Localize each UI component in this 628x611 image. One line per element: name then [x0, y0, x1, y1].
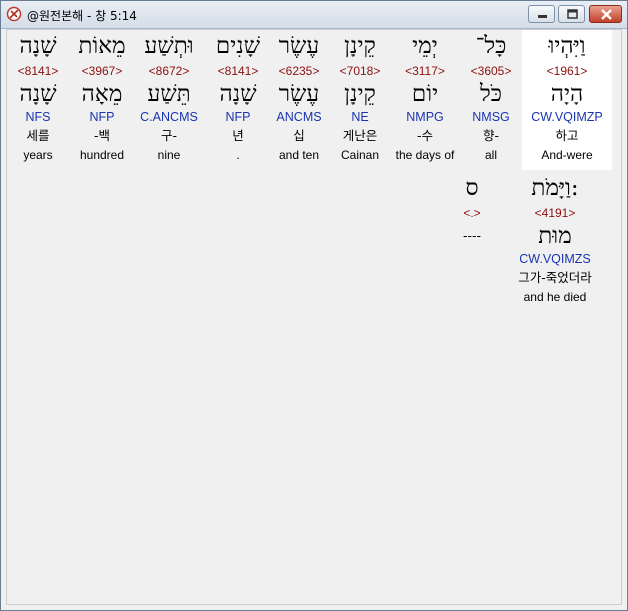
maximize-icon — [567, 9, 578, 19]
morphology-code: NMPG — [406, 110, 444, 124]
word-cell[interactable]: קֵינָן <7018> קֵינָן NE 게난은 Cainan — [331, 30, 389, 170]
hebrew-word: יְמֵי — [412, 33, 438, 59]
korean-gloss: 년 — [232, 128, 244, 143]
window-title: @원전본해 - 창 5:14 — [27, 9, 137, 23]
hebrew-lemma: הָיָה — [550, 81, 584, 107]
hebrew-lemma: קֵינָן — [344, 81, 376, 107]
hebrew-word: כָּל־ — [475, 33, 507, 59]
word-cell[interactable]: יְמֵי <3117> יוֹם NMPG -수 the days of — [389, 30, 461, 170]
hebrew-lemma: ---- — [462, 228, 482, 243]
word-cell[interactable]: וַיִּהְיוּ <1961> הָיָה CW.VQIMZP 하고 And… — [522, 30, 612, 170]
word-cell[interactable]: עֶשֶׂר <6235> עֶשֶׂר ANCMS 십 and ten — [269, 30, 329, 170]
morphology-code: NFP — [89, 110, 115, 124]
interlinear-view: וַיִּהְיוּ <1961> הָיָה CW.VQIMZP 하고 And… — [6, 29, 622, 605]
hebrew-word: שָׁנִים — [215, 33, 261, 59]
strong-number: <4191> — [534, 206, 576, 220]
minimize-button[interactable] — [528, 5, 555, 23]
english-gloss: the days of — [395, 148, 455, 162]
korean-gloss: 구- — [160, 128, 177, 143]
app-icon — [6, 6, 22, 22]
strong-number: <6235> — [278, 64, 320, 78]
word-cell[interactable]: וּתְשַׁע <8672> תֵּשַׁע C.ANCMS 구- nine — [135, 30, 203, 170]
word-cell[interactable]: ס <.> ---- — [447, 172, 497, 312]
korean-gloss: 그가-죽었더라 — [518, 270, 592, 285]
minimize-icon — [538, 15, 547, 18]
korean-gloss: 하고 — [555, 128, 579, 143]
hebrew-lemma: יוֹם — [411, 81, 439, 107]
strong-number: <7018> — [339, 64, 381, 78]
morphology-code: C.ANCMS — [140, 110, 198, 124]
hebrew-lemma: תֵּשַׁע — [147, 81, 191, 107]
morphology-code: NMSG — [472, 110, 510, 124]
strong-number: <1961> — [546, 64, 588, 78]
strong-number: <3967> — [81, 64, 123, 78]
strong-number: <3117> — [405, 64, 445, 78]
morphology-code: NE — [351, 110, 369, 124]
hebrew-word: וַיָּמֹת: — [531, 175, 579, 201]
hebrew-word: מֵאוֹת — [78, 33, 126, 59]
maximize-button[interactable] — [558, 5, 585, 23]
close-icon — [601, 9, 612, 20]
hebrew-word: עֶשֶׂר — [278, 33, 320, 59]
korean-gloss: -수 — [416, 128, 433, 143]
word-cell[interactable]: וַיָּמֹת: <4191> מוּת CW.VQIMZS 그가-죽었더라 … — [505, 172, 605, 312]
hebrew-word: וַיִּהְיוּ — [548, 33, 586, 59]
morphology-code: CW.VQIMZP — [531, 110, 603, 124]
hebrew-word: שָׁנָה — [19, 33, 57, 59]
strong-number: <8672> — [148, 64, 190, 78]
strong-number: <.> — [463, 206, 481, 220]
morphology-code: NFS — [25, 110, 51, 124]
hebrew-word: וּתְשַׁע — [144, 33, 194, 59]
word-cell[interactable]: שָׁנִים <8141> שָׁנָה NFP 년 . — [209, 30, 267, 170]
morphology-code: ANCMS — [276, 110, 322, 124]
hebrew-lemma: מוּת — [538, 223, 572, 249]
strong-number: <3605> — [470, 64, 512, 78]
close-button[interactable] — [589, 5, 622, 23]
hebrew-lemma: כֹּל — [479, 81, 502, 107]
english-gloss: hundred — [79, 148, 125, 162]
english-gloss: Cainan — [340, 148, 380, 162]
hebrew-lemma: מֵאָה — [81, 81, 123, 107]
word-cell[interactable]: מֵאוֹת <3967> מֵאָה NFP -백 hundred — [71, 30, 133, 170]
hebrew-lemma: שָׁנָה — [19, 81, 57, 107]
hebrew-word: ס — [465, 175, 479, 201]
english-gloss: nine — [157, 148, 181, 162]
english-gloss: years — [23, 148, 53, 162]
hebrew-word: קֵינָן — [344, 33, 376, 59]
hebrew-lemma: שָׁנָה — [219, 81, 257, 107]
english-gloss: And-were — [541, 148, 593, 162]
morphology-code: NFP — [225, 110, 251, 124]
morphology-code: CW.VQIMZS — [519, 252, 591, 266]
app-window: @원전본해 - 창 5:14 וַיִּהְיוּ <1961> הָיָה C… — [0, 0, 628, 611]
korean-gloss: 향- — [482, 128, 499, 143]
strong-number: <8141> — [217, 64, 259, 78]
korean-gloss: -백 — [93, 128, 110, 143]
english-gloss: and ten — [278, 148, 320, 162]
word-cell[interactable]: שָׁנָה <8141> שָׁנָה NFS 세를 years — [9, 30, 67, 170]
hebrew-lemma: עֶשֶׂר — [278, 81, 320, 107]
strong-number: <8141> — [17, 64, 59, 78]
title-bar[interactable]: @원전본해 - 창 5:14 — [1, 1, 627, 29]
korean-gloss: 게난은 — [342, 128, 378, 143]
english-gloss: all — [484, 148, 497, 162]
word-cell[interactable]: כָּל־ <3605> כֹּל NMSG 향- all — [462, 30, 520, 170]
korean-gloss: 세를 — [26, 128, 50, 143]
korean-gloss: 십 — [293, 128, 305, 143]
english-gloss: . — [236, 148, 240, 162]
english-gloss: and he died — [523, 290, 587, 304]
